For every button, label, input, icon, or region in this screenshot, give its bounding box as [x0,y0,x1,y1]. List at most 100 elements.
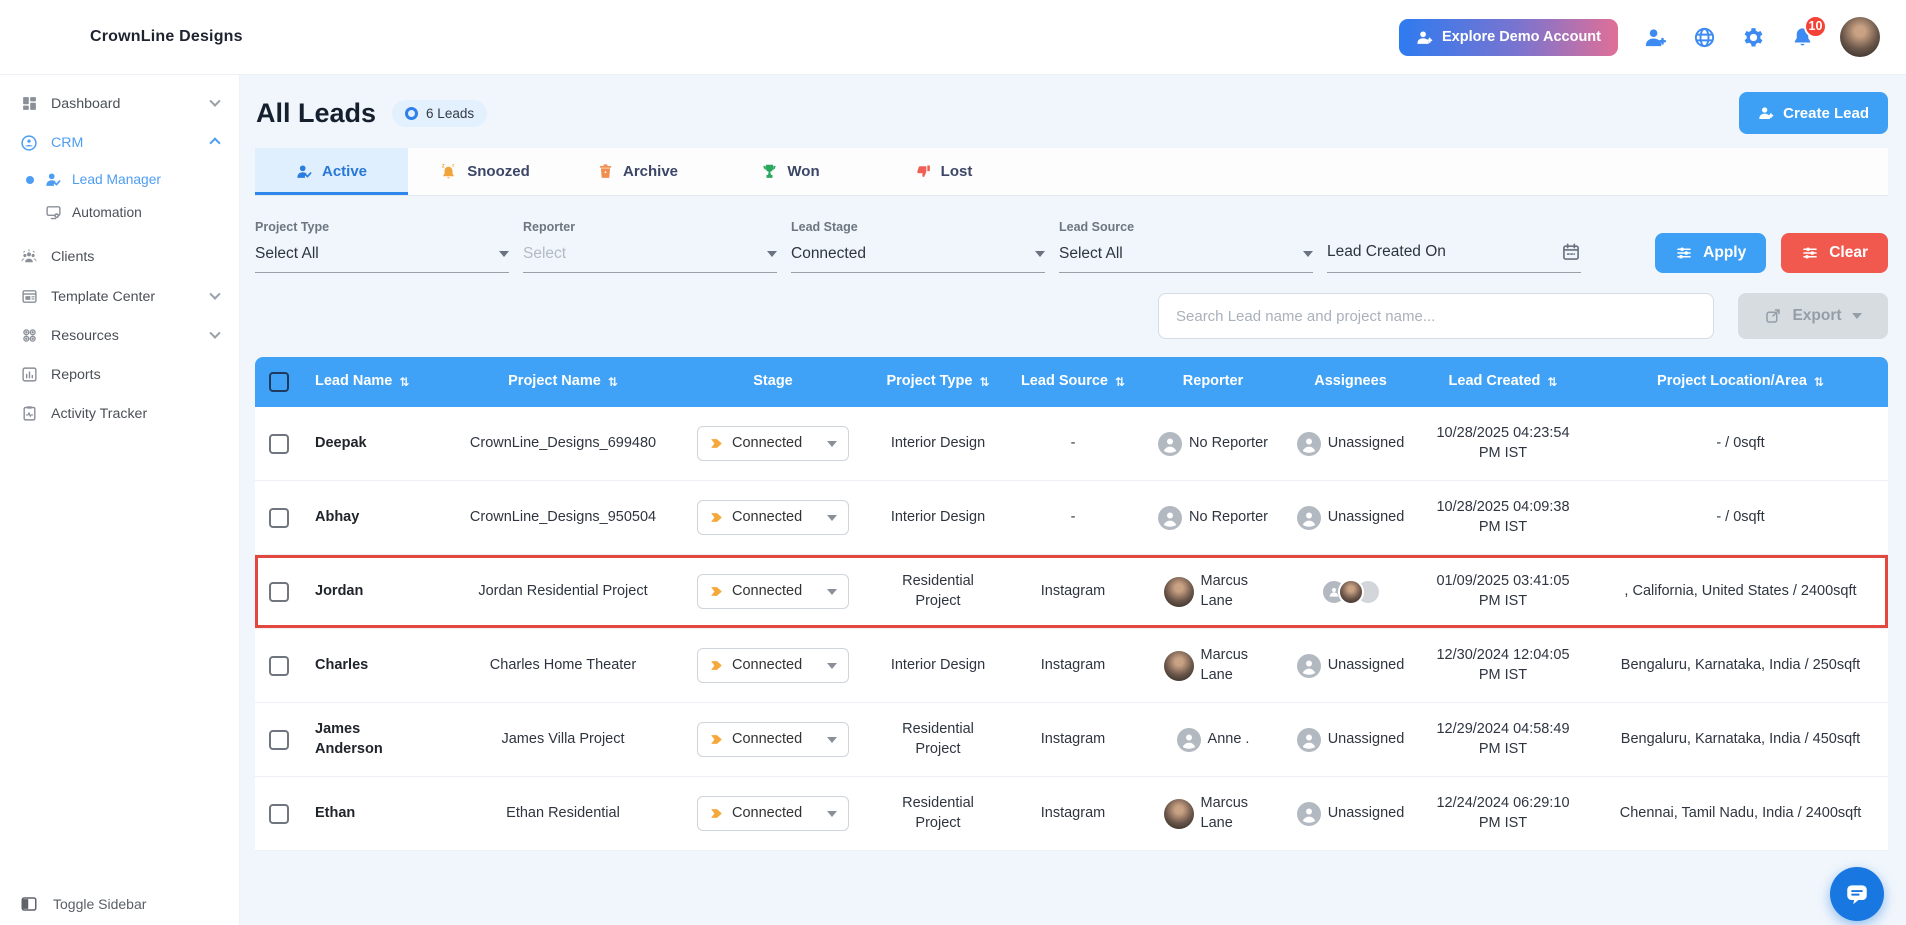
row-checkbox[interactable] [269,656,289,676]
project-name: James Villa Project [448,724,678,756]
stage-dropdown[interactable]: Connected [697,796,849,832]
sidebar-item-automation[interactable]: Automation [0,196,239,229]
location: , California, United States / 2400sqft [1624,582,1856,602]
table-row: Deepak CrownLine_Designs_699480 Connecte… [255,407,1888,481]
lead-name[interactable]: James Anderson [315,720,407,759]
export-button[interactable]: Export [1738,293,1888,339]
reporter-filter[interactable]: Reporter Select [523,220,777,273]
sidebar-item-template-center[interactable]: Template Center [0,277,239,316]
lead-name[interactable]: Charles [315,656,368,676]
top-right-controls: Explore Demo Account 10 [1399,17,1880,57]
stage-dropdown[interactable]: Connected [697,500,849,536]
sidebar-item-lead-manager[interactable]: Lead Manager [0,163,239,196]
lead-name[interactable]: Jordan [315,582,363,602]
chevron-down-icon [209,327,220,338]
sidebar-item-reports[interactable]: Reports [0,355,239,394]
bell-icon[interactable]: 10 [1791,26,1814,49]
resources-icon [20,327,38,344]
lead-source-filter[interactable]: Lead Source Select All [1059,220,1313,273]
row-checkbox[interactable] [269,434,289,454]
trophy-icon [761,163,778,180]
create-lead-button[interactable]: Create Lead [1739,92,1888,134]
tab-won[interactable]: Won [714,148,867,195]
chat-button[interactable] [1830,867,1884,921]
assignees-avatars [1321,579,1381,605]
lead-created: 10/28/2025 04:23:54 PM IST [1424,424,1582,463]
project-type-filter[interactable]: Project Type Select All [255,220,509,273]
assignees-cell: Unassigned [1297,654,1405,678]
explore-demo-button[interactable]: Explore Demo Account [1399,19,1618,56]
gear-icon[interactable] [1742,26,1765,49]
search-input[interactable] [1158,293,1714,339]
row-checkbox[interactable] [269,582,289,602]
sidebar-item-clients[interactable]: Clients [0,237,239,277]
tab-active[interactable]: Active [255,148,408,195]
apply-button[interactable]: Apply [1655,233,1766,273]
lead-source: - [1008,428,1138,460]
project-type: Interior Design [891,434,985,454]
col-location[interactable]: Project Location/Area⇅ [1593,366,1888,398]
ring-icon [405,107,418,120]
stage-dropdown[interactable]: Connected [697,426,849,462]
person-add-icon[interactable] [1644,26,1667,49]
chevron-down-icon [827,737,837,743]
sidebar-item-resources[interactable]: Resources [0,316,239,355]
stage-dropdown[interactable]: Connected [697,722,849,758]
stage-tag-icon [709,510,724,525]
sort-icon[interactable]: ⇅ [1814,374,1824,390]
lead-stage-filter[interactable]: Lead Stage Connected [791,220,1045,273]
filter-bar: Project Type Select All Reporter Select … [255,220,1888,273]
export-icon [1764,307,1782,325]
stage-tag-icon [709,584,724,599]
assignees-cell: Unassigned [1297,728,1405,752]
project-type: Residential Project [884,572,992,611]
col-project-name[interactable]: Project Name⇅ [448,366,678,398]
gray-avatar-icon [1177,728,1201,752]
assignees-cell: Unassigned [1297,802,1405,826]
toggle-sidebar-button[interactable]: Toggle Sidebar [20,895,146,913]
tab-lost[interactable]: Lost [867,148,1020,195]
location: - / 0sqft [1716,508,1764,528]
stage-dropdown[interactable]: Connected [697,574,849,610]
gray-avatar-icon [1297,802,1321,826]
sort-icon[interactable]: ⇅ [399,374,409,390]
lead-created: 01/09/2025 03:41:05 PM IST [1424,572,1582,611]
person-add-icon [1758,105,1774,121]
select-all-checkbox[interactable] [269,372,289,392]
gray-avatar-icon [1158,432,1182,456]
row-checkbox[interactable] [269,508,289,528]
lead-name[interactable]: Abhay [315,508,359,528]
sort-icon[interactable]: ⇅ [1115,374,1125,390]
user-avatar[interactable] [1840,17,1880,57]
row-checkbox[interactable] [269,804,289,824]
globe-icon[interactable] [1693,26,1716,49]
col-lead-created[interactable]: Lead Created⇅ [1413,366,1593,398]
chevron-down-icon [827,589,837,595]
sort-icon[interactable]: ⇅ [979,374,989,390]
reporter-avatar [1164,577,1194,607]
lead-created-filter[interactable]: Lead Created On [1327,242,1581,273]
location: - / 0sqft [1716,434,1764,454]
lead-name[interactable]: Deepak [315,434,367,454]
stage-tag-icon [709,732,724,747]
sidebar-item-activity-tracker[interactable]: Activity Tracker [0,394,239,433]
stage-dropdown[interactable]: Connected [697,648,849,684]
lead-name[interactable]: Ethan [315,804,355,824]
col-lead-source[interactable]: Lead Source⇅ [1008,366,1138,398]
tab-archive[interactable]: Archive [561,148,714,195]
crm-icon [20,134,38,152]
sidebar-item-dashboard[interactable]: Dashboard [0,84,239,123]
sort-icon[interactable]: ⇅ [608,374,618,390]
clear-button[interactable]: Clear [1781,233,1888,273]
brand: CrownLine Designs [34,19,243,55]
stage-tag-icon [709,806,724,821]
table-row: Charles Charles Home Theater Connected I… [255,629,1888,703]
tab-snoozed[interactable]: Snoozed [408,148,561,195]
sidebar-item-crm[interactable]: CRM [0,123,239,163]
dashboard-icon [20,95,38,112]
sort-icon[interactable]: ⇅ [1547,374,1557,390]
row-checkbox[interactable] [269,730,289,750]
person-check-icon [1416,29,1433,46]
col-project-type[interactable]: Project Type⇅ [868,366,1008,398]
col-lead-name[interactable]: Lead Name⇅ [303,366,448,398]
